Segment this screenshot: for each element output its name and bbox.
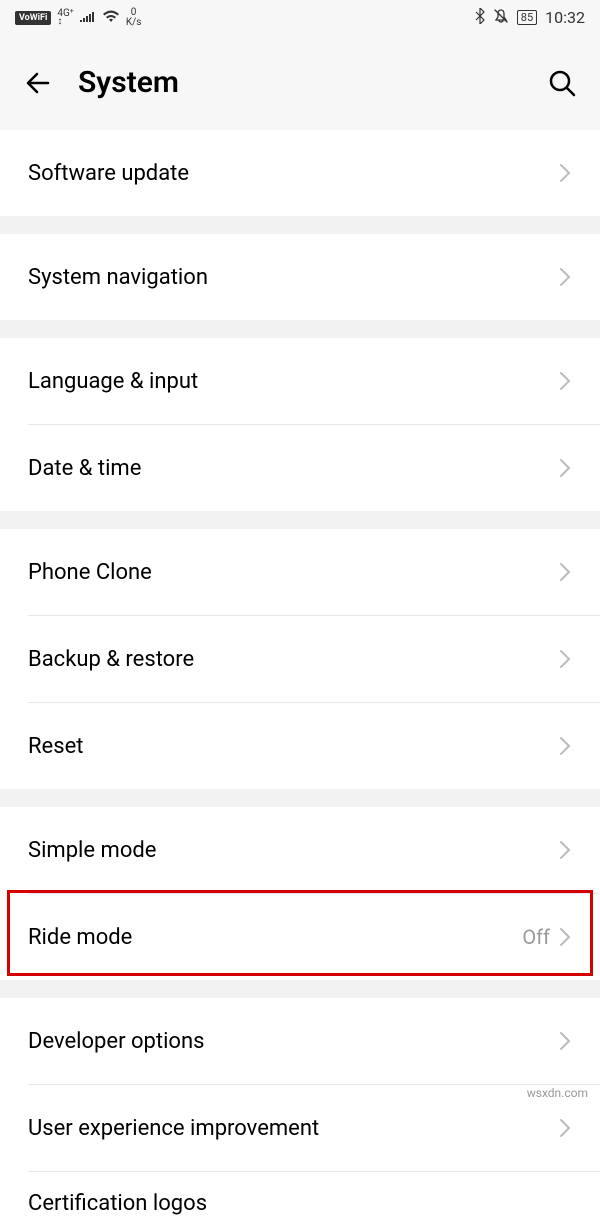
row-label: Ride mode [28, 925, 522, 950]
chevron-right-icon [558, 457, 572, 479]
arrow-left-icon [24, 69, 52, 97]
signal-4g-icon: 4G⁺ ↕ [57, 10, 73, 26]
row-language-input[interactable]: Language & input [0, 338, 600, 424]
chevron-right-icon [558, 1117, 572, 1139]
chevron-right-icon [558, 561, 572, 583]
battery-icon: 85 [517, 10, 537, 25]
row-label: System navigation [28, 265, 558, 290]
row-developer-options[interactable]: Developer options [0, 998, 600, 1084]
search-button[interactable] [542, 63, 582, 103]
row-date-time[interactable]: Date & time [0, 425, 600, 511]
chevron-right-icon [558, 266, 572, 288]
row-backup-restore[interactable]: Backup & restore [0, 616, 600, 702]
row-label: Software update [28, 161, 558, 186]
row-simple-mode[interactable]: Simple mode [0, 807, 600, 893]
row-label: Reset [28, 734, 558, 759]
row-system-navigation[interactable]: System navigation [0, 234, 600, 320]
bluetooth-icon [475, 8, 485, 28]
row-user-experience[interactable]: User experience improvement [0, 1085, 600, 1171]
chevron-right-icon [558, 370, 572, 392]
dnd-icon [493, 8, 509, 28]
row-ride-mode[interactable]: Ride mode Off [0, 894, 600, 980]
chevron-right-icon [558, 162, 572, 184]
row-label: Developer options [28, 1029, 558, 1054]
signal-bars-icon [80, 10, 96, 26]
status-right: 85 10:32 [475, 8, 585, 28]
row-software-update[interactable]: Software update [0, 130, 600, 216]
chevron-right-icon [558, 1030, 572, 1052]
row-label: Language & input [28, 369, 558, 394]
clock: 10:32 [545, 8, 585, 27]
network-speed: 0 K/s [126, 8, 142, 28]
row-phone-clone[interactable]: Phone Clone [0, 529, 600, 615]
chevron-right-icon [558, 839, 572, 861]
row-label: Simple mode [28, 838, 558, 863]
row-value: Off [522, 925, 550, 949]
status-bar: VoWiFi 4G⁺ ↕ 0 K/s 85 10:32 [0, 0, 600, 35]
row-certification-logos[interactable]: Certification logos [0, 1172, 600, 1216]
vowifi-badge: VoWiFi [15, 11, 51, 25]
wifi-icon [102, 9, 120, 27]
search-icon [547, 68, 577, 98]
app-bar: System [0, 35, 600, 130]
row-label: Certification logos [28, 1191, 572, 1216]
row-reset[interactable]: Reset [0, 703, 600, 789]
chevron-right-icon [558, 648, 572, 670]
chevron-right-icon [558, 926, 572, 948]
chevron-right-icon [558, 735, 572, 757]
row-label: User experience improvement [28, 1116, 558, 1141]
row-label: Backup & restore [28, 647, 558, 672]
watermark: wsxdn.com [527, 1086, 588, 1100]
row-label: Date & time [28, 456, 558, 481]
back-button[interactable] [20, 65, 56, 101]
row-label: Phone Clone [28, 560, 558, 585]
page-title: System [78, 65, 520, 100]
status-left: VoWiFi 4G⁺ ↕ 0 K/s [15, 8, 141, 28]
